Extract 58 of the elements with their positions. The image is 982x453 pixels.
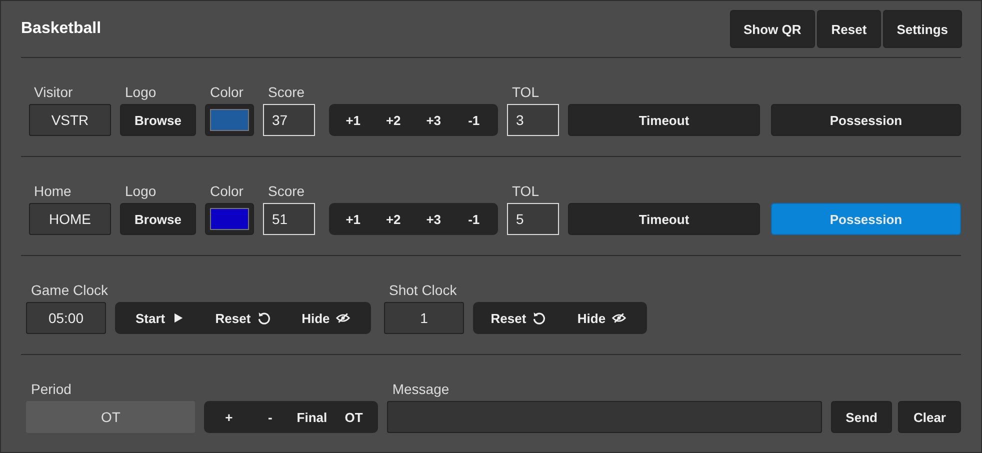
reset-icon: [256, 311, 271, 325]
header-button[interactable]: Settings: [882, 10, 962, 48]
team-name-field[interactable]: HOME: [29, 203, 111, 235]
color-picker[interactable]: [205, 203, 254, 235]
clock-button[interactable]: Hide: [284, 302, 368, 334]
period-button[interactable]: -: [250, 401, 291, 433]
app-title: Basketball: [21, 20, 102, 38]
period-field: OT: [26, 401, 196, 433]
timeouts-left-field[interactable]: 5: [507, 203, 559, 235]
team-name-field[interactable]: VSTR: [29, 104, 111, 136]
score-button[interactable]: +3: [414, 104, 454, 136]
score-button[interactable]: +1: [333, 104, 374, 136]
hidden-eye-icon: [612, 311, 626, 325]
field-label: Message: [392, 381, 450, 397]
browse-button[interactable]: Browse: [120, 104, 196, 136]
timeout-button[interactable]: Timeout: [568, 203, 760, 235]
game-clock-field[interactable]: 05:00: [26, 302, 106, 334]
clock-button[interactable]: Reset: [202, 302, 284, 334]
shot-clock-field[interactable]: 1: [384, 302, 464, 334]
header-button[interactable]: Show QR: [730, 10, 816, 48]
clock-button[interactable]: Start: [119, 302, 202, 334]
timeouts-left-field[interactable]: 3: [507, 104, 559, 136]
message-field[interactable]: [387, 401, 822, 433]
score-field[interactable]: 51: [263, 203, 315, 235]
field-label: Logo: [125, 183, 158, 199]
field-label: Color: [210, 84, 244, 100]
score-button[interactable]: +2: [373, 104, 414, 136]
message-button[interactable]: Send: [830, 401, 892, 433]
score-button[interactable]: +3: [414, 203, 454, 235]
possession-button[interactable]: Possession: [771, 104, 961, 136]
field-label: Logo: [125, 84, 158, 100]
field-label: Period: [31, 381, 72, 397]
field-label: TOL: [512, 84, 540, 100]
period-button[interactable]: OT: [333, 401, 374, 433]
reset-icon: [532, 311, 546, 325]
score-button[interactable]: +1: [333, 203, 374, 235]
browse-button[interactable]: Browse: [120, 203, 196, 235]
clock-button[interactable]: Reset: [477, 302, 560, 334]
field-label: Score: [268, 84, 306, 100]
field-label: Score: [268, 183, 306, 199]
score-button[interactable]: +2: [373, 203, 414, 235]
field-label: Home: [34, 183, 72, 199]
score-field[interactable]: 37: [263, 104, 315, 136]
score-button[interactable]: -1: [454, 203, 494, 235]
period-button[interactable]: +: [208, 401, 250, 433]
timeout-button[interactable]: Timeout: [568, 104, 760, 136]
header-button[interactable]: Reset: [817, 10, 881, 48]
clock-button[interactable]: Hide: [560, 302, 643, 334]
field-label: Color: [210, 183, 244, 199]
hidden-eye-icon: [336, 311, 350, 325]
score-button[interactable]: -1: [454, 104, 494, 136]
field-label: Visitor: [34, 84, 74, 100]
color-picker[interactable]: [205, 104, 254, 136]
field-label: Game Clock: [31, 282, 106, 298]
field-label: Shot Clock: [389, 282, 458, 298]
message-button[interactable]: Clear: [898, 401, 961, 433]
field-label: TOL: [512, 183, 540, 199]
period-button[interactable]: Final: [290, 401, 334, 433]
